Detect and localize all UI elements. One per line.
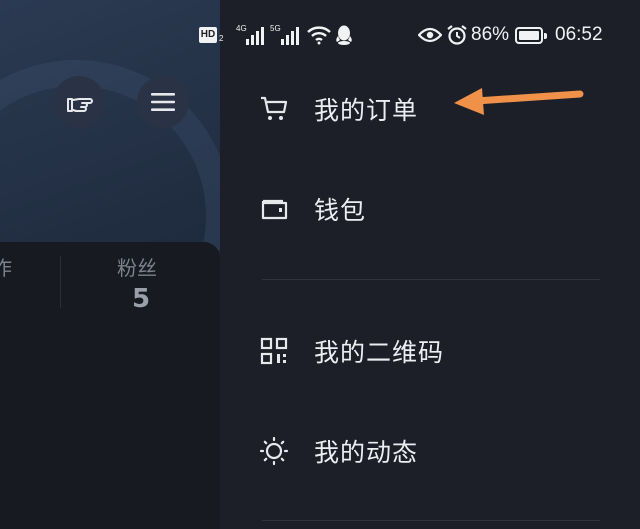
annotation-arrow-icon: [454, 88, 584, 115]
menu-item-label: 钱包: [314, 196, 367, 225]
stat-label-followers: 粉丝: [117, 256, 157, 280]
profile-stats-card: [0, 242, 220, 529]
alarm-icon: [447, 25, 467, 45]
menu-item-wallet[interactable]: 钱包: [258, 189, 366, 229]
menu-item-my-orders[interactable]: 我的订单: [258, 89, 418, 129]
menu-item-label: 我的订单: [314, 96, 419, 125]
wallet-icon: [258, 193, 290, 225]
qr-code-icon: [258, 335, 290, 367]
wifi-icon: [307, 26, 331, 45]
menu-item-qr-code[interactable]: 我的二维码: [258, 331, 444, 371]
menu-item-label: 我的动态: [314, 438, 419, 467]
stat-divider: [60, 256, 61, 308]
menu-item-my-moments[interactable]: 我的动态: [258, 431, 418, 471]
eye-icon: [418, 27, 442, 43]
sim-index: 2: [219, 34, 224, 43]
profile-panel-dimmed: 作 粉丝 5: [0, 0, 220, 529]
status-bar: HD 2 4G 5G 86% 06:52: [0, 0, 640, 72]
menu-item-label: 我的二维码: [314, 338, 445, 367]
pointing-hand-icon: [67, 98, 93, 112]
signal-icon: [246, 27, 264, 45]
menu-button[interactable]: [137, 76, 189, 128]
clock: 06:52: [555, 24, 603, 45]
sun-icon: [258, 435, 290, 467]
battery-icon: [515, 27, 547, 44]
stat-value-followers: 5: [132, 284, 151, 314]
cart-icon: [258, 93, 290, 125]
signal-icon-2: [281, 27, 299, 45]
menu-divider: [262, 520, 600, 521]
qq-icon: [336, 25, 352, 45]
hd-badge: HD: [199, 27, 217, 43]
battery-percent: 86%: [471, 24, 510, 45]
hamburger-icon: [151, 93, 175, 111]
pointer-hand-button[interactable]: [53, 76, 105, 128]
stat-label-works: 作: [0, 256, 12, 280]
menu-divider: [262, 279, 600, 280]
